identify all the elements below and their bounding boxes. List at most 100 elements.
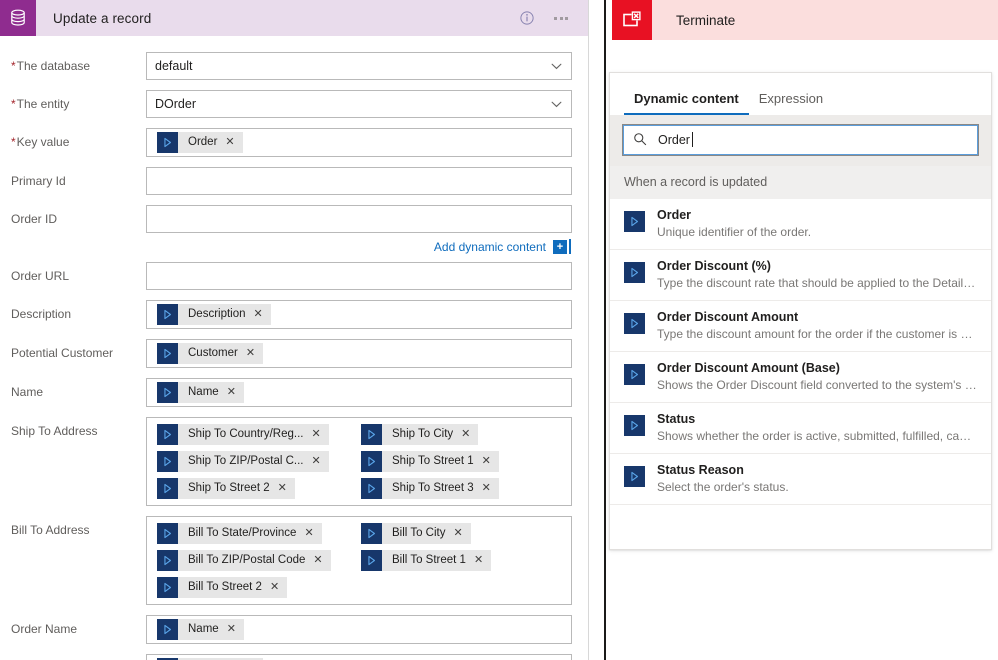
dynamic-token-chip[interactable]: Ship To Street 1 ✕ [361,451,499,472]
dropdown-value: default [155,59,193,73]
dynamic-content-token-icon [157,132,178,153]
text-input-primary-id[interactable] [146,167,572,195]
dynamic-content-item-description: Unique identifier of the order. [657,225,812,239]
dynamic-content-item-text: Order Unique identifier of the order. [657,207,977,241]
dynamic-content-item-text: Status Shows whether the order is active,… [657,411,977,445]
token-label: Bill To City [392,527,446,539]
token-remove-icon[interactable]: ✕ [227,619,244,640]
dynamic-content-token-icon [157,619,178,640]
dynamic-token-chip[interactable]: Bill To Street 2 ✕ [157,577,288,598]
info-icon[interactable] [520,11,534,25]
dynamic-content-item-title: Status Reason [657,463,744,477]
token-cell: Ship To City ✕ [361,424,565,445]
form-row: Ship To Address Ship To Country/Reg... ✕ Sh… [11,417,572,506]
dynamic-content-item[interactable]: Order Discount (%) Type the discount rate… [610,250,991,301]
token-field-potential-customer[interactable]: Customer ✕ [146,339,572,368]
field-control [146,262,572,290]
dynamic-token-chip[interactable]: Name ✕ [157,619,244,640]
token-remove-icon[interactable]: ✕ [304,523,321,544]
form-row: *Key value Order ✕ [11,128,572,157]
tab-dynamic-content[interactable]: Dynamic content [624,91,749,115]
dynamic-content-item[interactable]: Status Shows whether the order is active,… [610,403,991,454]
token-remove-icon[interactable]: ✕ [246,343,263,364]
token-remove-icon[interactable]: ✕ [225,132,242,153]
token-cell: Ship To Country/Reg... ✕ [157,424,361,445]
card-title: Update a record [53,10,152,26]
dynamic-content-token-icon [361,424,382,445]
dynamic-content-item[interactable]: Order Unique identifier of the order. [610,199,991,250]
token-remove-icon[interactable]: ✕ [254,304,271,325]
required-asterisk: * [11,135,16,149]
dynamic-content-item-description: Type the discount amount for the order i… [657,327,977,341]
field-control: Ship To Country/Reg... ✕ Ship To City ✕ Ship… [146,417,572,506]
token-remove-icon[interactable]: ✕ [227,382,244,403]
dynamic-token-chip[interactable]: Ship To City ✕ [361,424,479,445]
dynamic-token-chip[interactable]: Name ✕ [157,382,244,403]
token-field-customer[interactable]: Customer✕ [146,654,572,660]
token-cell: Bill To ZIP/Postal Code ✕ [157,550,361,571]
token-remove-icon[interactable]: ✕ [482,451,499,472]
dynamic-token-chip[interactable]: Ship To Country/Reg... ✕ [157,424,329,445]
token-cell: Bill To City ✕ [361,523,565,544]
card-header[interactable]: Update a record [0,0,588,36]
token-field-description[interactable]: Description ✕ [146,300,572,329]
dynamic-token-chip[interactable]: Ship To Street 2 ✕ [157,478,295,499]
ellipsis-icon[interactable] [554,16,568,20]
token-cell [361,577,565,598]
token-cell: Bill To Street 2 ✕ [157,577,361,598]
tab-expression[interactable]: Expression [749,91,833,115]
token-remove-icon[interactable]: ✕ [278,478,295,499]
dynamic-content-token-icon [624,313,645,334]
terminate-card-header[interactable]: Terminate [612,0,998,40]
token-field-bill-to-address[interactable]: Bill To State/Province ✕ Bill To City ✕ Bill… [146,516,572,605]
token-remove-icon[interactable]: ✕ [482,478,499,499]
dropdown-the-entity[interactable]: DOrder [146,90,572,118]
dynamic-content-item[interactable]: Order Discount Amount (Base) Shows the Or… [610,352,991,403]
dynamic-token-chip[interactable]: Bill To Street 1 ✕ [361,550,492,571]
dynamic-token-chip[interactable]: Ship To ZIP/Postal C... ✕ [157,451,329,472]
token-remove-icon[interactable]: ✕ [311,451,328,472]
dynamic-token-chip[interactable]: Bill To ZIP/Postal Code ✕ [157,550,331,571]
form-row: Primary Id [11,167,572,195]
dynamic-token-chip[interactable]: Customer ✕ [157,343,264,364]
token-field-name[interactable]: Name ✕ [146,378,572,407]
form-row: Order URL [11,262,572,290]
dynamic-content-list: Order Unique identifier of the order. Orde… [610,199,991,549]
field-control [146,167,572,195]
field-label: Bill To Address [11,523,90,537]
token-remove-icon[interactable]: ✕ [270,577,287,598]
field-label: Ship To Address [11,424,98,438]
token-label: Ship To Street 3 [392,482,474,494]
token-remove-icon[interactable]: ✕ [312,424,329,445]
dynamic-content-token-icon [157,451,178,472]
dynamic-token-chip[interactable]: Description ✕ [157,304,271,325]
token-remove-icon[interactable]: ✕ [453,523,470,544]
token-label: Bill To Street 2 [188,581,262,593]
dynamic-content-item[interactable]: Status Reason Select the order's status. [610,454,991,505]
token-field-order-name[interactable]: Name ✕ [146,615,572,644]
token-remove-icon[interactable]: ✕ [461,424,478,445]
dynamic-token-chip[interactable]: Ship To Street 3 ✕ [361,478,499,499]
token-remove-icon[interactable]: ✕ [474,550,491,571]
flow-designer: Update a record *The database default *The [0,0,998,660]
text-input-order-url[interactable] [146,262,572,290]
dynamic-content-token-icon [624,211,645,232]
form-row: Order ID [11,205,572,233]
token-field-key-value[interactable]: Order ✕ [146,128,572,157]
text-input-order-id[interactable] [146,205,572,233]
dynamic-content-group-header: When a record is updated [610,166,991,199]
token-row: Ship To Street 2 ✕ Ship To Street 3 ✕ [157,478,565,499]
dynamic-token-chip[interactable]: Bill To City ✕ [361,523,471,544]
dynamic-content-item[interactable]: Order Discount Amount Type the discount a… [610,301,991,352]
dynamic-token-chip[interactable]: Bill To State/Province ✕ [157,523,322,544]
dropdown-the-database[interactable]: default [146,52,572,80]
token-remove-icon[interactable]: ✕ [313,550,330,571]
token-field-ship-to-address[interactable]: Ship To Country/Reg... ✕ Ship To City ✕ Ship… [146,417,572,506]
search-input[interactable]: Order [622,124,979,156]
add-dynamic-content-plus-icon[interactable]: + [553,239,567,254]
dynamic-token-chip[interactable]: Order ✕ [157,132,243,153]
add-dynamic-content-link[interactable]: Add dynamic content [434,240,546,254]
dynamic-content-item-title: Order [657,208,692,222]
dynamic-content-token-icon [157,550,178,571]
token-row: Ship To ZIP/Postal C... ✕ Ship To Street 1… [157,451,565,472]
